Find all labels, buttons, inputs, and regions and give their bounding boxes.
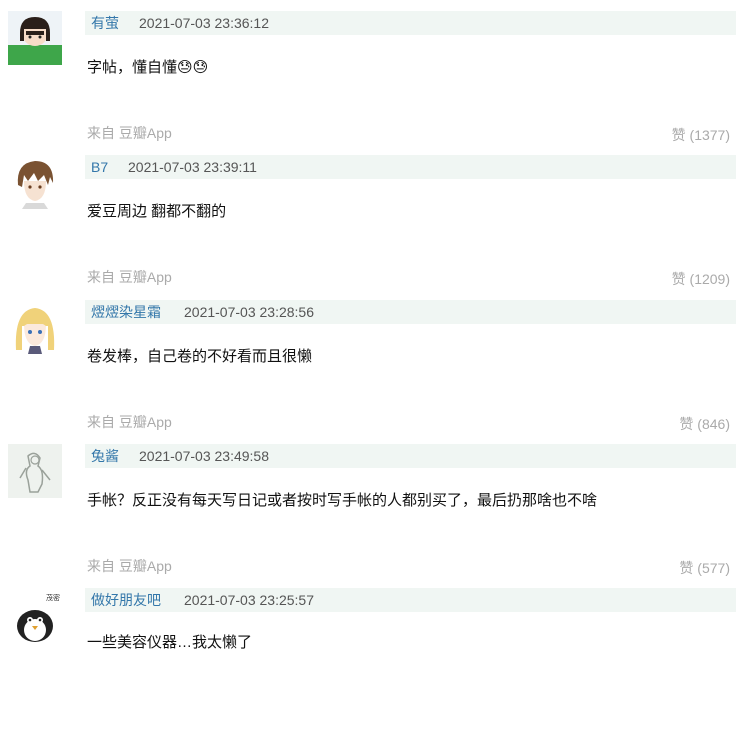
avatar-caption: 茂密 bbox=[46, 593, 60, 602]
comment-text: 一些美容仪器…我太懒了 bbox=[87, 634, 253, 651]
comment-source: 来自 豆瓣App bbox=[87, 269, 172, 285]
comment-item: 熤熤染星霜 2021-07-03 23:28:56 卷发棒，自己卷的不好看而且很… bbox=[0, 300, 742, 444]
like-button[interactable]: 赞 (1209) bbox=[672, 269, 730, 289]
comment-meta-bar: 做好朋友吧 2021-07-03 23:25:57 bbox=[85, 588, 736, 612]
author-link[interactable]: B7 bbox=[91, 155, 108, 179]
comment-text: 爱豆周边 翻都不翻的 bbox=[87, 203, 227, 220]
comment-source: 来自 豆瓣App bbox=[87, 414, 172, 430]
comment-text: 字帖，懂自懂😓😓 bbox=[87, 59, 209, 76]
penguin-avatar-icon[interactable]: 茂密 bbox=[8, 590, 62, 644]
comment-text: 卷发棒，自己卷的不好看而且很懒 bbox=[87, 348, 313, 365]
comment-source: 来自 豆瓣App bbox=[87, 558, 172, 574]
comment-timestamp: 2021-07-03 23:25:57 bbox=[184, 592, 314, 608]
comment-text: 手帐？反正没有每天写日记或者按时写手帐的人都别买了，最后扔那啥也不啥 bbox=[87, 492, 598, 509]
comment-timestamp: 2021-07-03 23:39:11 bbox=[128, 159, 257, 175]
like-button[interactable]: 赞 (1377) bbox=[672, 125, 730, 145]
author-link[interactable]: 熤熤染星霜 bbox=[91, 300, 161, 324]
blonde-anime-girl-avatar-icon[interactable] bbox=[8, 300, 62, 354]
comment-timestamp: 2021-07-03 23:36:12 bbox=[139, 15, 269, 31]
like-button[interactable]: 赞 (577) bbox=[679, 558, 730, 578]
sketch-figure-avatar-icon[interactable] bbox=[8, 444, 62, 498]
comment-meta-bar: 熤熤染星霜 2021-07-03 23:28:56 bbox=[85, 300, 736, 324]
comment-timestamp: 2021-07-03 23:28:56 bbox=[184, 304, 314, 320]
author-link[interactable]: 兔酱 bbox=[91, 444, 119, 468]
comment-meta-bar: B7 2021-07-03 23:39:11 bbox=[85, 155, 736, 179]
comment-item: 兔酱 2021-07-03 23:49:58 手帐？反正没有每天写日记或者按时写… bbox=[0, 444, 742, 588]
comment-meta-bar: 兔酱 2021-07-03 23:49:58 bbox=[85, 444, 736, 468]
author-link[interactable]: 做好朋友吧 bbox=[91, 588, 161, 612]
comment-timestamp: 2021-07-03 23:49:58 bbox=[139, 448, 269, 464]
like-button[interactable]: 赞 (846) bbox=[679, 414, 730, 434]
comment-source: 来自 豆瓣App bbox=[87, 125, 172, 141]
comment-item: 有萤 2021-07-03 23:36:12 字帖，懂自懂😓😓 来自 豆瓣App… bbox=[0, 11, 742, 155]
girl-green-shirt-avatar-icon[interactable] bbox=[8, 11, 62, 65]
comment-item: B7 2021-07-03 23:39:11 爱豆周边 翻都不翻的 来自 豆瓣A… bbox=[0, 155, 742, 299]
comment-meta-bar: 有萤 2021-07-03 23:36:12 bbox=[85, 11, 736, 35]
anime-boy-avatar-icon[interactable] bbox=[8, 155, 62, 209]
comment-item: 茂密 做好朋友吧 2021-07-03 23:25:57 一些美容仪器…我太懒了 bbox=[0, 588, 742, 732]
author-link[interactable]: 有萤 bbox=[91, 11, 119, 35]
